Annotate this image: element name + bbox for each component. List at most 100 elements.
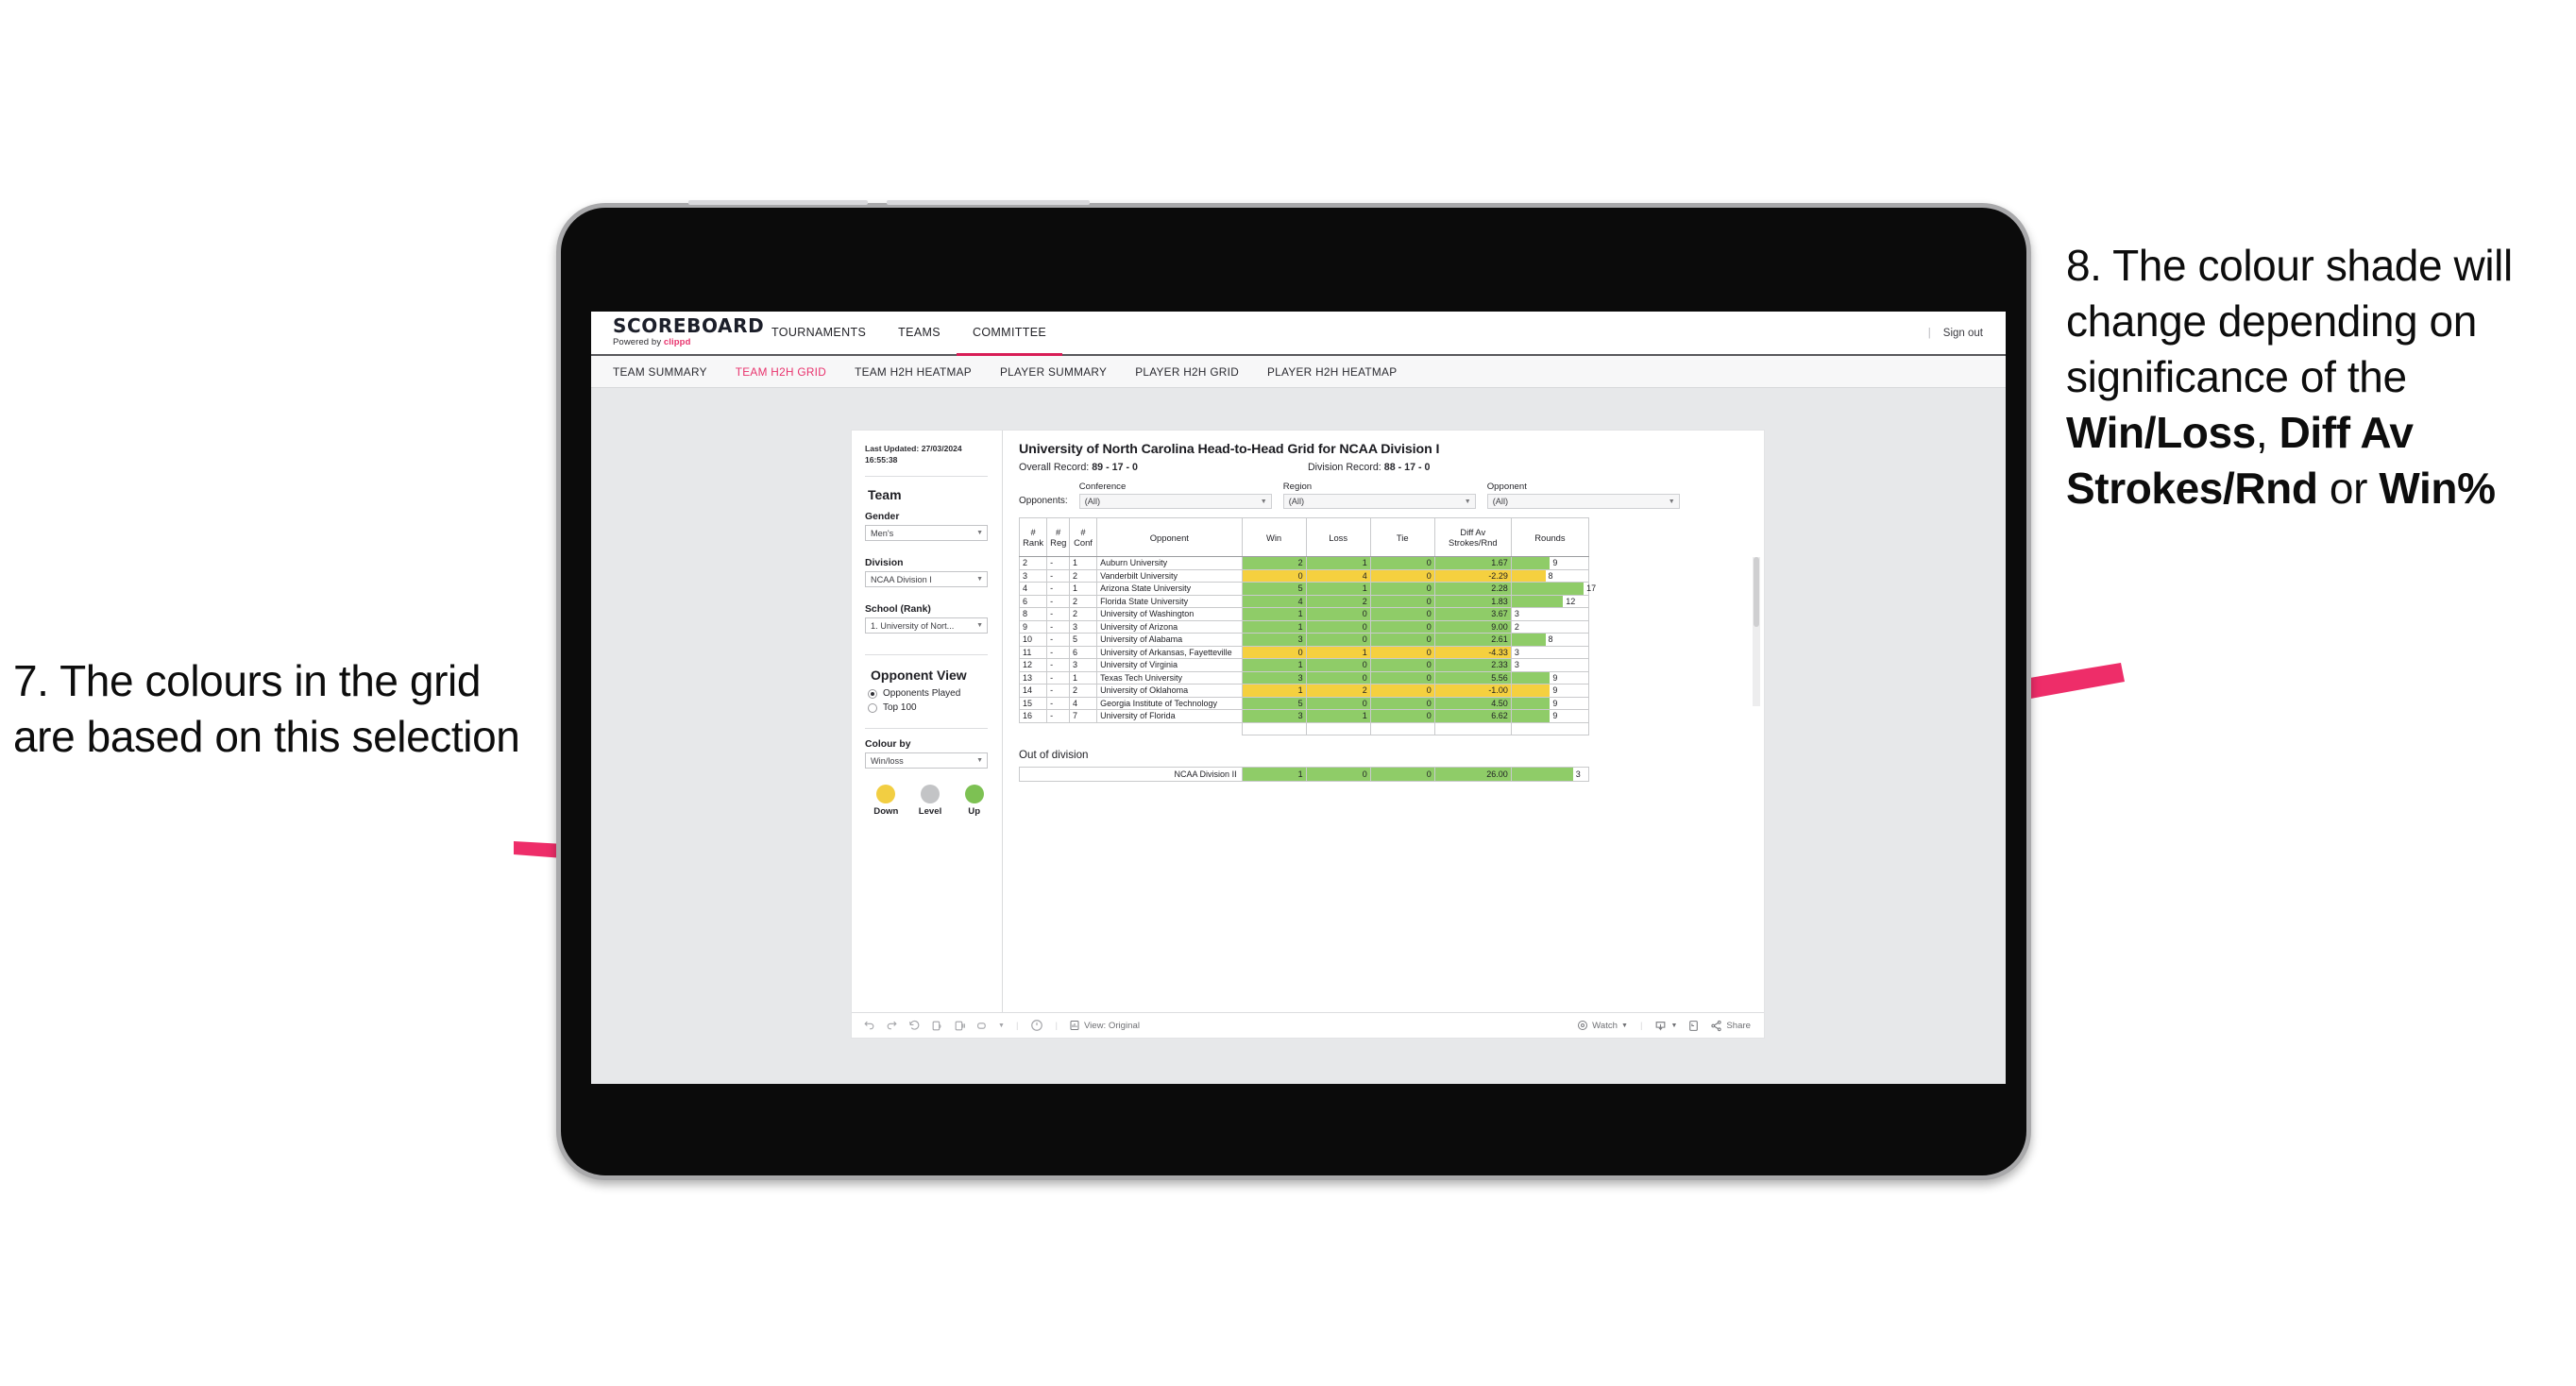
overall-record: Overall Record: 89 - 17 - 0: [1019, 462, 1138, 473]
opponents-filter-label: Opponents:: [1019, 496, 1068, 506]
last-updated-label: Last Updated:: [865, 444, 920, 453]
out-of-division-row[interactable]: NCAA Division II 1 0 0 26.00 3: [1019, 767, 1590, 782]
subnav-player-summary[interactable]: PLAYER SUMMARY: [1000, 365, 1107, 379]
download-button[interactable]: ▼: [1654, 1020, 1677, 1032]
colour-by-select[interactable]: Win/loss ▼: [865, 752, 988, 769]
fullscreen-button[interactable]: [1686, 1019, 1701, 1033]
radio-opponents-played[interactable]: Opponents Played: [868, 688, 988, 699]
share-button[interactable]: Share: [1710, 1020, 1751, 1032]
overall-record-label: Overall Record:: [1019, 462, 1090, 473]
cell-opponent: Vanderbilt University: [1096, 568, 1243, 583]
table-row[interactable]: 8-2 University of Washington 1 0 0 3.67 3: [1018, 607, 1590, 621]
view-original-button[interactable]: View: Original: [1069, 1020, 1140, 1031]
filter-region-select[interactable]: (All) ▼: [1282, 494, 1476, 509]
watch-button[interactable]: Watch ▼: [1577, 1020, 1628, 1031]
col-conf-l1: #: [1080, 527, 1086, 537]
nav-committee[interactable]: COMMITTEE: [956, 312, 1063, 356]
rounds-bar: [1511, 697, 1551, 709]
cell-conf: 4: [1068, 696, 1098, 710]
annotation-8-bold-winpct: Win%: [2379, 463, 2496, 513]
signout-link[interactable]: Sign out: [1943, 328, 1983, 339]
subnav-team-h2h-grid[interactable]: TEAM H2H GRID: [736, 365, 826, 379]
cell-rounds: 2: [1510, 619, 1590, 634]
col-rounds[interactable]: Rounds: [1510, 517, 1590, 557]
refresh-icon[interactable]: [930, 1019, 944, 1033]
pause-auto-updates-icon[interactable]: [1029, 1019, 1043, 1033]
table-row[interactable]: 15-4 Georgia Institute of Technology 5 0 0 4.…: [1018, 696, 1590, 710]
subnav-player-h2h-grid[interactable]: PLAYER H2H GRID: [1135, 365, 1239, 379]
cell-diff: 4.50: [1433, 696, 1512, 710]
sidebar-divider-1: [865, 476, 988, 478]
col-diff-av-strokes[interactable]: Diff Av Strokes/Rnd: [1433, 517, 1512, 557]
cell-rank: 2: [1018, 556, 1048, 570]
pause-icon[interactable]: [953, 1019, 967, 1033]
col-diff-l1: Diff Av: [1460, 527, 1486, 537]
table-row[interactable]: 4-1 Arizona State University 5 1 0 2.28 17: [1018, 582, 1596, 596]
col-conf[interactable]: # Conf: [1068, 517, 1098, 557]
cell-tie: 0: [1369, 696, 1435, 710]
col-reg-l2: Reg: [1050, 537, 1067, 548]
highlight-icon[interactable]: [975, 1019, 990, 1033]
rounds-value: 9: [1552, 685, 1558, 696]
cell-conf: 7: [1068, 709, 1098, 723]
school-rank-select[interactable]: 1. University of Nort... ▼: [865, 617, 988, 634]
rounds-bar: [1511, 569, 1546, 582]
table-row[interactable]: 12-3 University of Virginia 1 0 0 2.33 3: [1018, 658, 1590, 672]
viz-sidebar: Last Updated: 27/03/2024 16:55:38 Team G…: [852, 431, 1003, 1012]
table-row[interactable]: 16-7 University of Florida 3 1 0 6.62 9: [1018, 709, 1590, 723]
grid-scrollbar-thumb[interactable]: [1754, 557, 1759, 627]
col-rank[interactable]: # Rank: [1018, 517, 1048, 557]
rounds-bar: [1511, 671, 1551, 684]
cell-reg: -: [1046, 556, 1070, 570]
chevron-down-icon: ▼: [1668, 498, 1675, 505]
cell-reg: -: [1046, 709, 1070, 723]
cell-conf: 2: [1068, 684, 1098, 698]
brand-logo[interactable]: SCOREBOARD Powered by clippd: [591, 312, 765, 354]
annotation-8-mid2: or: [2317, 463, 2380, 513]
rounds-value: 12: [1566, 596, 1576, 606]
cell-reg: -: [1046, 658, 1070, 672]
table-row[interactable]: 3-2 Vanderbilt University 0 4 0 -2.29 8: [1018, 568, 1590, 583]
ood-diff: 26.00: [1433, 767, 1512, 782]
cell-diff: 1.67: [1433, 556, 1512, 570]
table-row[interactable]: 10-5 University of Alabama 3 0 0 2.61 8: [1018, 633, 1590, 647]
subnav-team-summary[interactable]: TEAM SUMMARY: [613, 365, 707, 379]
subnav-team-h2h-heatmap[interactable]: TEAM H2H HEATMAP: [855, 365, 972, 379]
cell-win: 1: [1241, 607, 1307, 621]
cell-win: 0: [1241, 568, 1307, 583]
filter-opponent-select[interactable]: (All) ▼: [1486, 494, 1680, 509]
radio-top-100[interactable]: Top 100: [868, 702, 988, 713]
revert-icon[interactable]: [907, 1019, 922, 1033]
table-row[interactable]: 2-1 Auburn University 2 1 0 1.67 9: [1018, 556, 1590, 570]
rounds-value: 3: [1514, 609, 1519, 619]
table-row[interactable]: 11-6 University of Arkansas, Fayetteville…: [1018, 645, 1590, 659]
table-row[interactable]: 13-1 Texas Tech University 3 0 0 5.56 9: [1018, 670, 1590, 685]
cell-rank: 6: [1018, 594, 1048, 608]
table-row[interactable]: 6-2 Florida State University 4 2 0 1.83 12: [1018, 594, 1590, 608]
cell-opponent: Florida State University: [1096, 594, 1243, 608]
cell-rounds: 8: [1510, 568, 1590, 583]
table-row[interactable]: 9-3 University of Arizona 1 0 0 9.00 2: [1018, 619, 1590, 634]
school-rank-label: School (Rank): [865, 604, 931, 616]
col-reg[interactable]: # Reg: [1046, 517, 1070, 557]
ood-loss: 0: [1305, 767, 1371, 782]
redo-icon[interactable]: [885, 1019, 899, 1033]
filter-conference-select[interactable]: (All) ▼: [1078, 494, 1272, 509]
chevron-down-icon[interactable]: ▼: [998, 1023, 1005, 1029]
col-tie[interactable]: Tie: [1369, 517, 1435, 557]
subnav-player-h2h-heatmap[interactable]: PLAYER H2H HEATMAP: [1267, 365, 1397, 379]
cell-tie: 0: [1369, 633, 1435, 647]
brand-title: SCOREBOARD: [613, 314, 765, 337]
col-loss[interactable]: Loss: [1305, 517, 1371, 557]
cell-win: 3: [1241, 633, 1307, 647]
gender-select[interactable]: Men's ▼: [865, 525, 988, 542]
grid-vertical-scrollbar[interactable]: [1753, 557, 1760, 706]
col-opponent[interactable]: Opponent: [1096, 517, 1243, 557]
rounds-bar: [1511, 557, 1551, 569]
undo-icon[interactable]: [862, 1019, 876, 1033]
table-row[interactable]: 14-2 University of Oklahoma 1 2 0 -1.00 9: [1018, 684, 1590, 698]
col-win[interactable]: Win: [1241, 517, 1307, 557]
nav-tournaments[interactable]: TOURNAMENTS: [755, 312, 882, 356]
nav-teams[interactable]: TEAMS: [882, 312, 957, 356]
division-select[interactable]: NCAA Division I ▼: [865, 571, 988, 588]
